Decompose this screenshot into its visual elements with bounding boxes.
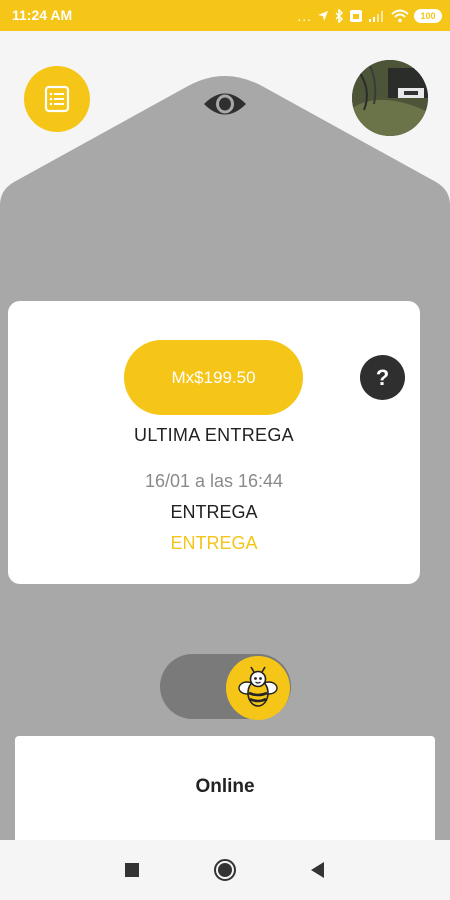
online-status-label: Online (195, 776, 255, 797)
delivery-status: ENTREGA (170, 533, 258, 553)
menu-button[interactable] (24, 66, 90, 132)
eye-icon[interactable] (202, 89, 248, 119)
delivery-card: Mx$199.50 ? ULTIMA ENTREGA 16/01 a las 1… (8, 301, 420, 584)
last-delivery-label: ULTIMA ENTREGA (134, 425, 294, 445)
delivery-date: 16/01 a las 16:44 (144, 471, 284, 491)
navigation-bar (0, 840, 450, 900)
toggle-knob[interactable] (226, 656, 290, 720)
back-button[interactable] (298, 840, 338, 900)
list-icon (44, 85, 70, 113)
help-button[interactable]: ? (360, 355, 405, 400)
recents-button[interactable] (112, 840, 152, 900)
question-icon: ? (375, 365, 390, 390)
circle-icon (214, 859, 236, 881)
square-icon (125, 863, 139, 877)
home-button[interactable] (205, 840, 245, 900)
amount-button[interactable]: Mx$199.50 (124, 340, 303, 415)
online-panel: Online (15, 736, 435, 840)
avatar-photo (352, 60, 428, 136)
triangle-back-icon (311, 862, 324, 878)
bee-icon (238, 666, 278, 707)
delivery-type: ENTREGA (170, 502, 258, 522)
avatar[interactable] (352, 60, 428, 136)
